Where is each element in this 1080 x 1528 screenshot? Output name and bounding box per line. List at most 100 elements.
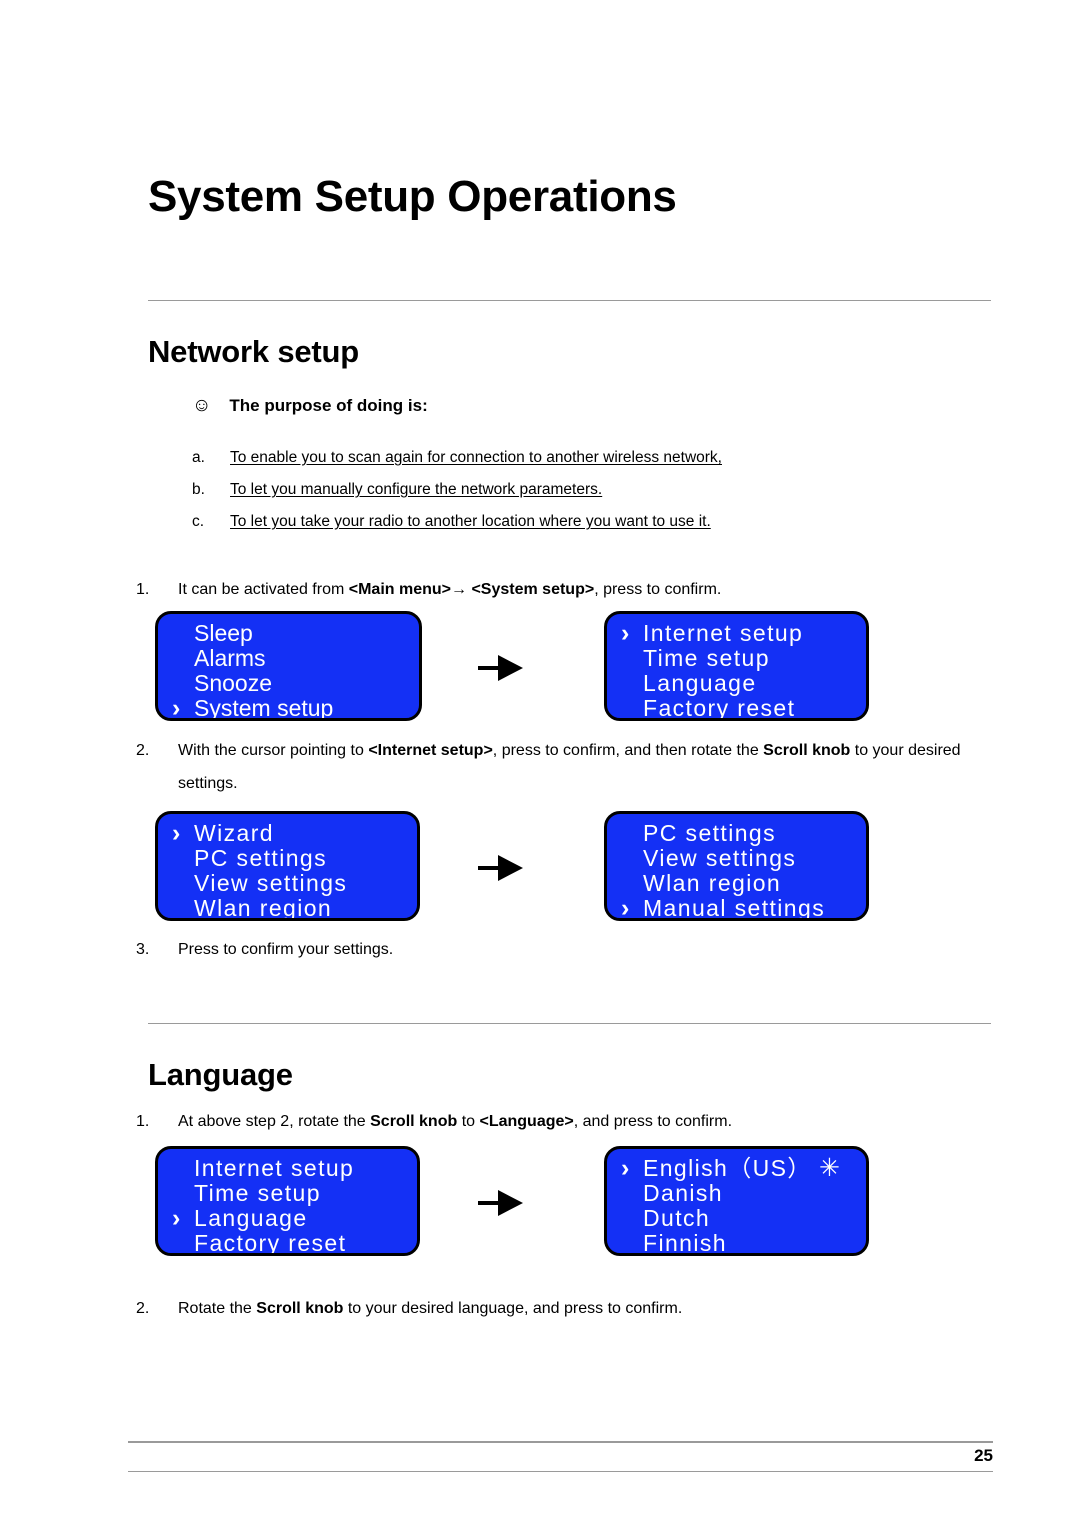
step-language-1: 1. At above step 2, rotate the Scroll kn… (136, 1105, 936, 1138)
lcd-menu-item: Time setup (607, 646, 866, 671)
step-number: 1. (136, 1113, 150, 1130)
lcd-menu-item-label: View settings (643, 845, 797, 871)
list-item-text: To let you manually configure the networ… (230, 481, 603, 498)
lcd-menu-item: View settings (607, 846, 866, 871)
lcd-menu-item: Dutch (607, 1206, 866, 1231)
lcd-menu-item: Language (607, 671, 866, 696)
cursor-chevron-icon: › (621, 894, 630, 921)
lcd-menu-item-label: Internet setup (194, 1155, 355, 1181)
flow-arrow-right-icon (478, 655, 524, 681)
cursor-chevron-icon: › (172, 819, 181, 847)
step-text: With the cursor pointing to <Internet se… (178, 742, 961, 792)
cursor-chevron-icon: › (172, 694, 181, 721)
lcd-menu-item-label: Danish (643, 1180, 723, 1206)
lcd-menu-item-label: PC settings (194, 845, 328, 871)
list-marker: c. (192, 513, 205, 530)
lcd-screen-internet-setup-scrolled: PC settings View settings Wlan region › Manu… (604, 811, 869, 921)
lcd-menu-item-label: Finnish (643, 1230, 727, 1256)
lcd-screen-system-setup: › Internet setup Time setup Language Factory… (604, 611, 869, 721)
footer-divider-top (128, 1441, 993, 1443)
lcd-menu-item: Alarms (158, 646, 419, 671)
step-number: 1. (136, 581, 150, 598)
cursor-chevron-icon: › (172, 1204, 181, 1232)
asterisk-selected-icon: ✳ (819, 1154, 840, 1182)
section-divider-network (148, 300, 991, 301)
lcd-menu-item-label: Wlan region (643, 870, 782, 896)
lcd-menu-item: Snooze (158, 671, 419, 696)
lcd-screen-internet-setup: › Wizard PC settings View settings Wlan regi… (155, 811, 420, 921)
lcd-menu-item-label: Dutch (643, 1205, 711, 1231)
step-number: 2. (136, 1300, 150, 1317)
lcd-menu-item-label: View settings (194, 870, 348, 896)
purpose-row: ☺ The purpose of doing is: (192, 396, 428, 416)
lcd-menu-item-label: PC settings (643, 820, 777, 846)
step-text: At above step 2, rotate the Scroll knob … (178, 1113, 733, 1130)
lcd-menu-item: › Manual settings (607, 894, 866, 921)
section-heading-network: Network setup (148, 333, 359, 369)
list-item: a. To enable you to scan again for conne… (192, 449, 722, 467)
lcd-menu-item-label: Wlan region (194, 895, 333, 921)
step-language-2: 2. Rotate the Scroll knob to your desire… (136, 1292, 936, 1325)
lcd-screen-main-menu: Sleep Alarms Snooze › System setup (155, 611, 422, 721)
lcd-menu-item-label: Language (194, 1205, 308, 1231)
lcd-menu-item-label: Alarms (194, 645, 266, 671)
flow-arrow-right-icon (478, 855, 524, 881)
section-divider-language (148, 1023, 991, 1024)
purpose-label: The purpose of doing is: (229, 396, 428, 415)
list-item: b. To let you manually configure the net… (192, 481, 602, 499)
list-item: c. To let you take your radio to another… (192, 513, 711, 531)
list-item-text: To let you take your radio to another lo… (230, 513, 711, 530)
lcd-menu-item-label: Snooze (194, 670, 273, 696)
step-network-2: 2. With the cursor pointing to <Internet… (136, 734, 981, 800)
lcd-menu-item-label: Internet setup (643, 620, 804, 646)
lcd-menu-item-label: Sleep (194, 620, 253, 646)
lcd-menu-item: Danish (607, 1181, 866, 1206)
lcd-menu-item: › Wizard (158, 821, 417, 846)
page-number: 25 (974, 1446, 993, 1465)
step-number: 3. (136, 941, 150, 958)
footer-divider-bottom (128, 1471, 993, 1472)
lcd-menu-item: Sleep (158, 621, 419, 646)
lcd-menu-item-label: English（US） (643, 1155, 812, 1181)
page-title: System Setup Operations (148, 172, 677, 222)
lcd-menu-item: Time setup (158, 1181, 417, 1206)
cursor-chevron-icon: › (621, 619, 630, 647)
lcd-menu-item-label: System setup (194, 695, 334, 721)
list-item-text: To enable you to scan again for connecti… (230, 449, 722, 466)
list-marker: b. (192, 481, 205, 498)
lcd-menu-item: Internet setup (158, 1156, 417, 1181)
step-number: 2. (136, 742, 150, 759)
lcd-menu-item: View settings (158, 871, 417, 896)
step-text: Press to confirm your settings. (178, 941, 394, 958)
section-heading-language: Language (148, 1056, 293, 1092)
lcd-screen-system-setup-language: Internet setup Time setup › Language Factory… (155, 1146, 420, 1256)
lcd-menu-item: Factory reset (158, 1230, 417, 1256)
lcd-menu-item: › English（US） ✳ (607, 1156, 866, 1181)
lcd-menu-item: › System setup (158, 694, 419, 721)
list-marker: a. (192, 449, 205, 466)
step-text: It can be activated from <Main menu>→ <S… (178, 581, 722, 598)
step-text: Rotate the Scroll knob to your desired l… (178, 1300, 683, 1317)
cursor-chevron-icon: › (621, 1154, 630, 1182)
lcd-menu-item-label: Factory reset (194, 1230, 347, 1256)
lcd-menu-item: PC settings (607, 821, 866, 846)
lcd-menu-item: › Language (158, 1206, 417, 1231)
lcd-menu-item: Wlan region (607, 871, 866, 896)
lcd-menu-item-label: Factory reset (643, 695, 796, 721)
step-network-3: 3. Press to confirm your settings. (136, 933, 836, 966)
lcd-menu-item: Wlan region (158, 895, 417, 921)
smiley-face-icon: ☺ (192, 395, 212, 416)
lcd-menu-item: › Internet setup (607, 621, 866, 646)
lcd-menu-item-label: Time setup (194, 1180, 321, 1206)
lcd-menu-item-label: Language (643, 670, 757, 696)
lcd-menu-item: Finnish (607, 1230, 866, 1256)
step-network-1: 1. It can be activated from <Main menu>→… (136, 573, 976, 606)
lcd-menu-item-label: Manual settings (643, 895, 826, 921)
lcd-menu-item-label: Time setup (643, 645, 770, 671)
lcd-menu-item: PC settings (158, 846, 417, 871)
document-page: System Setup Operations Network setup ☺ … (0, 0, 1080, 1528)
lcd-menu-item-label: Wizard (194, 820, 274, 846)
flow-arrow-right-icon (478, 1190, 524, 1216)
lcd-menu-item: Factory reset (607, 695, 866, 721)
lcd-screen-language-list: › English（US） ✳ Danish Dutch Finnish (604, 1146, 869, 1256)
